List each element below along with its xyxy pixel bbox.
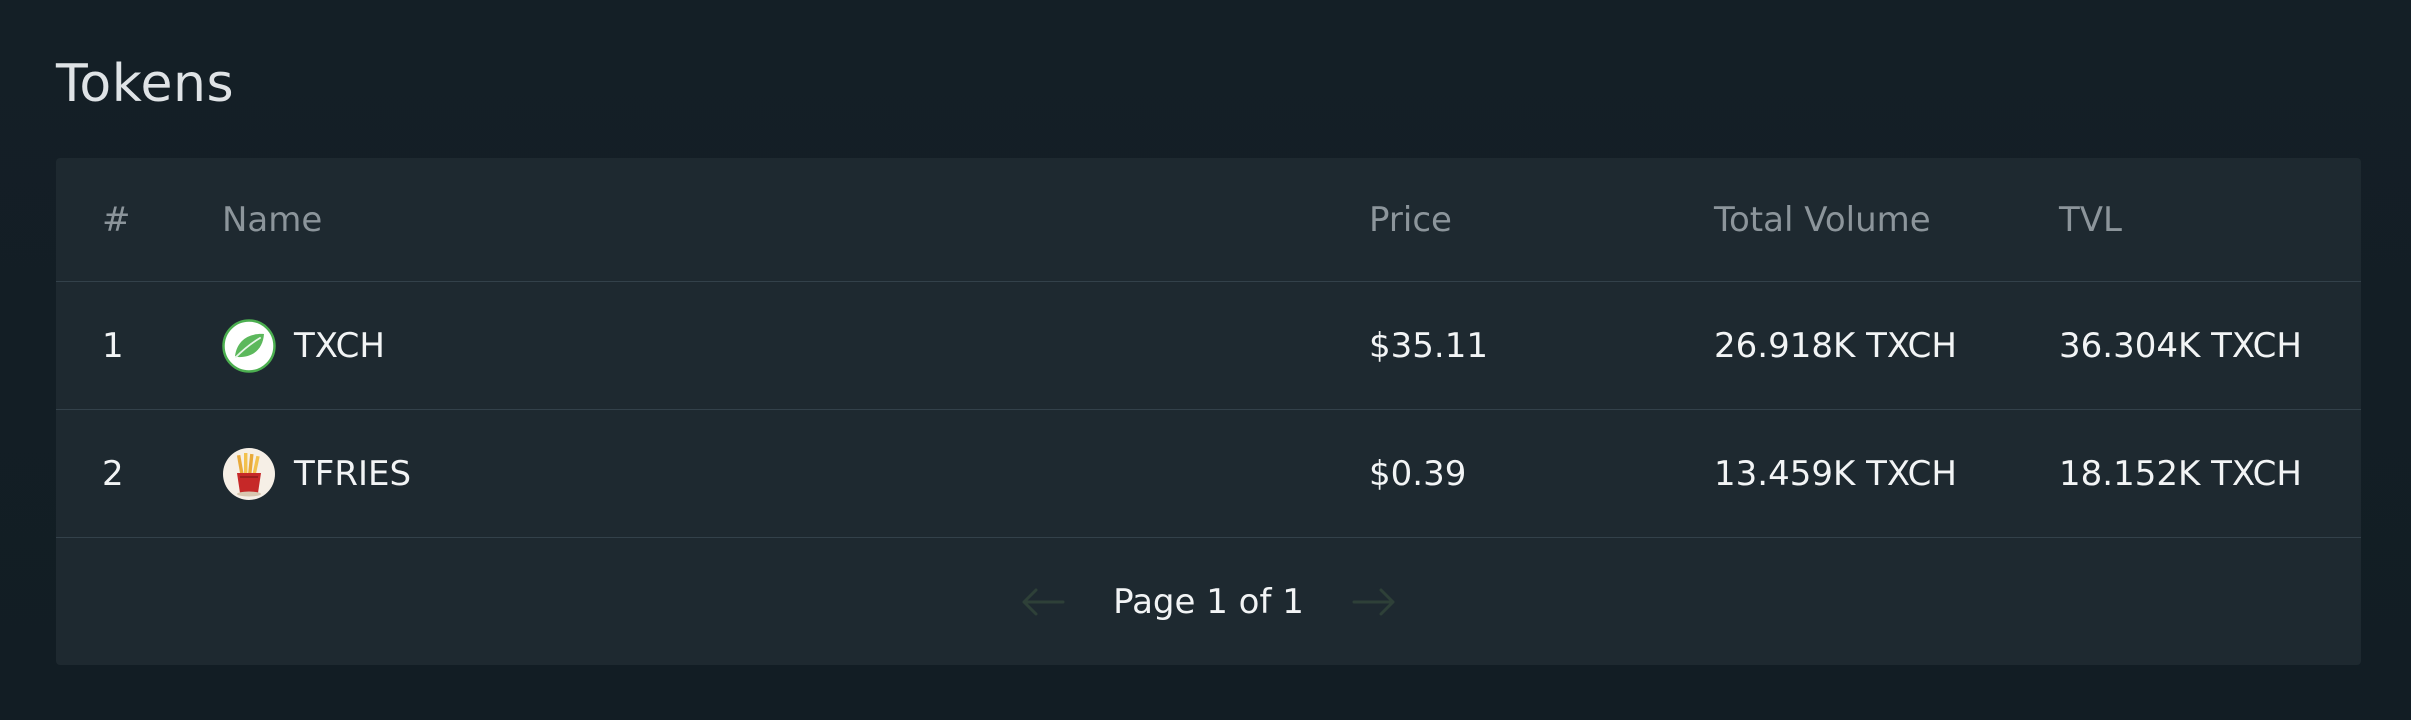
leaf-icon xyxy=(222,318,276,373)
token-tvl: 18.152K TXCH xyxy=(2059,453,2302,494)
token-name: TFRIES xyxy=(294,453,412,494)
token-name-cell[interactable]: TXCH xyxy=(222,282,385,409)
arrow-right-icon[interactable] xyxy=(1350,585,1398,619)
token-name-cell[interactable]: TFRIES xyxy=(222,410,411,537)
token-price: $0.39 xyxy=(1369,453,1467,494)
column-header-total-volume[interactable]: Total Volume xyxy=(1714,158,1931,281)
tokens-page: Tokens # Name Price Total Volume TVL 1 T… xyxy=(0,0,2411,720)
column-header-number[interactable]: # xyxy=(102,158,131,281)
table-row[interactable]: 1 TXCH $35.11 26.918K TXCH 36.304K TXCH xyxy=(56,282,2361,410)
page-title: Tokens xyxy=(56,54,235,114)
token-total-volume: 26.918K TXCH xyxy=(1714,325,1957,366)
column-header-price[interactable]: Price xyxy=(1369,158,1452,281)
token-price: $35.11 xyxy=(1369,325,1488,366)
arrow-left-icon[interactable] xyxy=(1019,585,1067,619)
table-row[interactable]: 2 TFRIES $0.39 13.459K TXCH 18.152K TXCH xyxy=(56,410,2361,538)
tokens-table: # Name Price Total Volume TVL 1 TXCH $35… xyxy=(56,158,2361,665)
column-header-tvl[interactable]: TVL xyxy=(2059,158,2122,281)
page-indicator: Page 1 of 1 xyxy=(1113,581,1304,622)
row-number: 1 xyxy=(102,325,124,366)
token-name: TXCH xyxy=(294,325,385,366)
pagination: Page 1 of 1 xyxy=(56,538,2361,665)
fries-icon xyxy=(223,447,275,500)
token-total-volume: 13.459K TXCH xyxy=(1714,453,1957,494)
table-header-row: # Name Price Total Volume TVL xyxy=(56,158,2361,282)
token-tvl: 36.304K TXCH xyxy=(2059,325,2302,366)
column-header-name[interactable]: Name xyxy=(222,158,322,281)
row-number: 2 xyxy=(102,453,124,494)
